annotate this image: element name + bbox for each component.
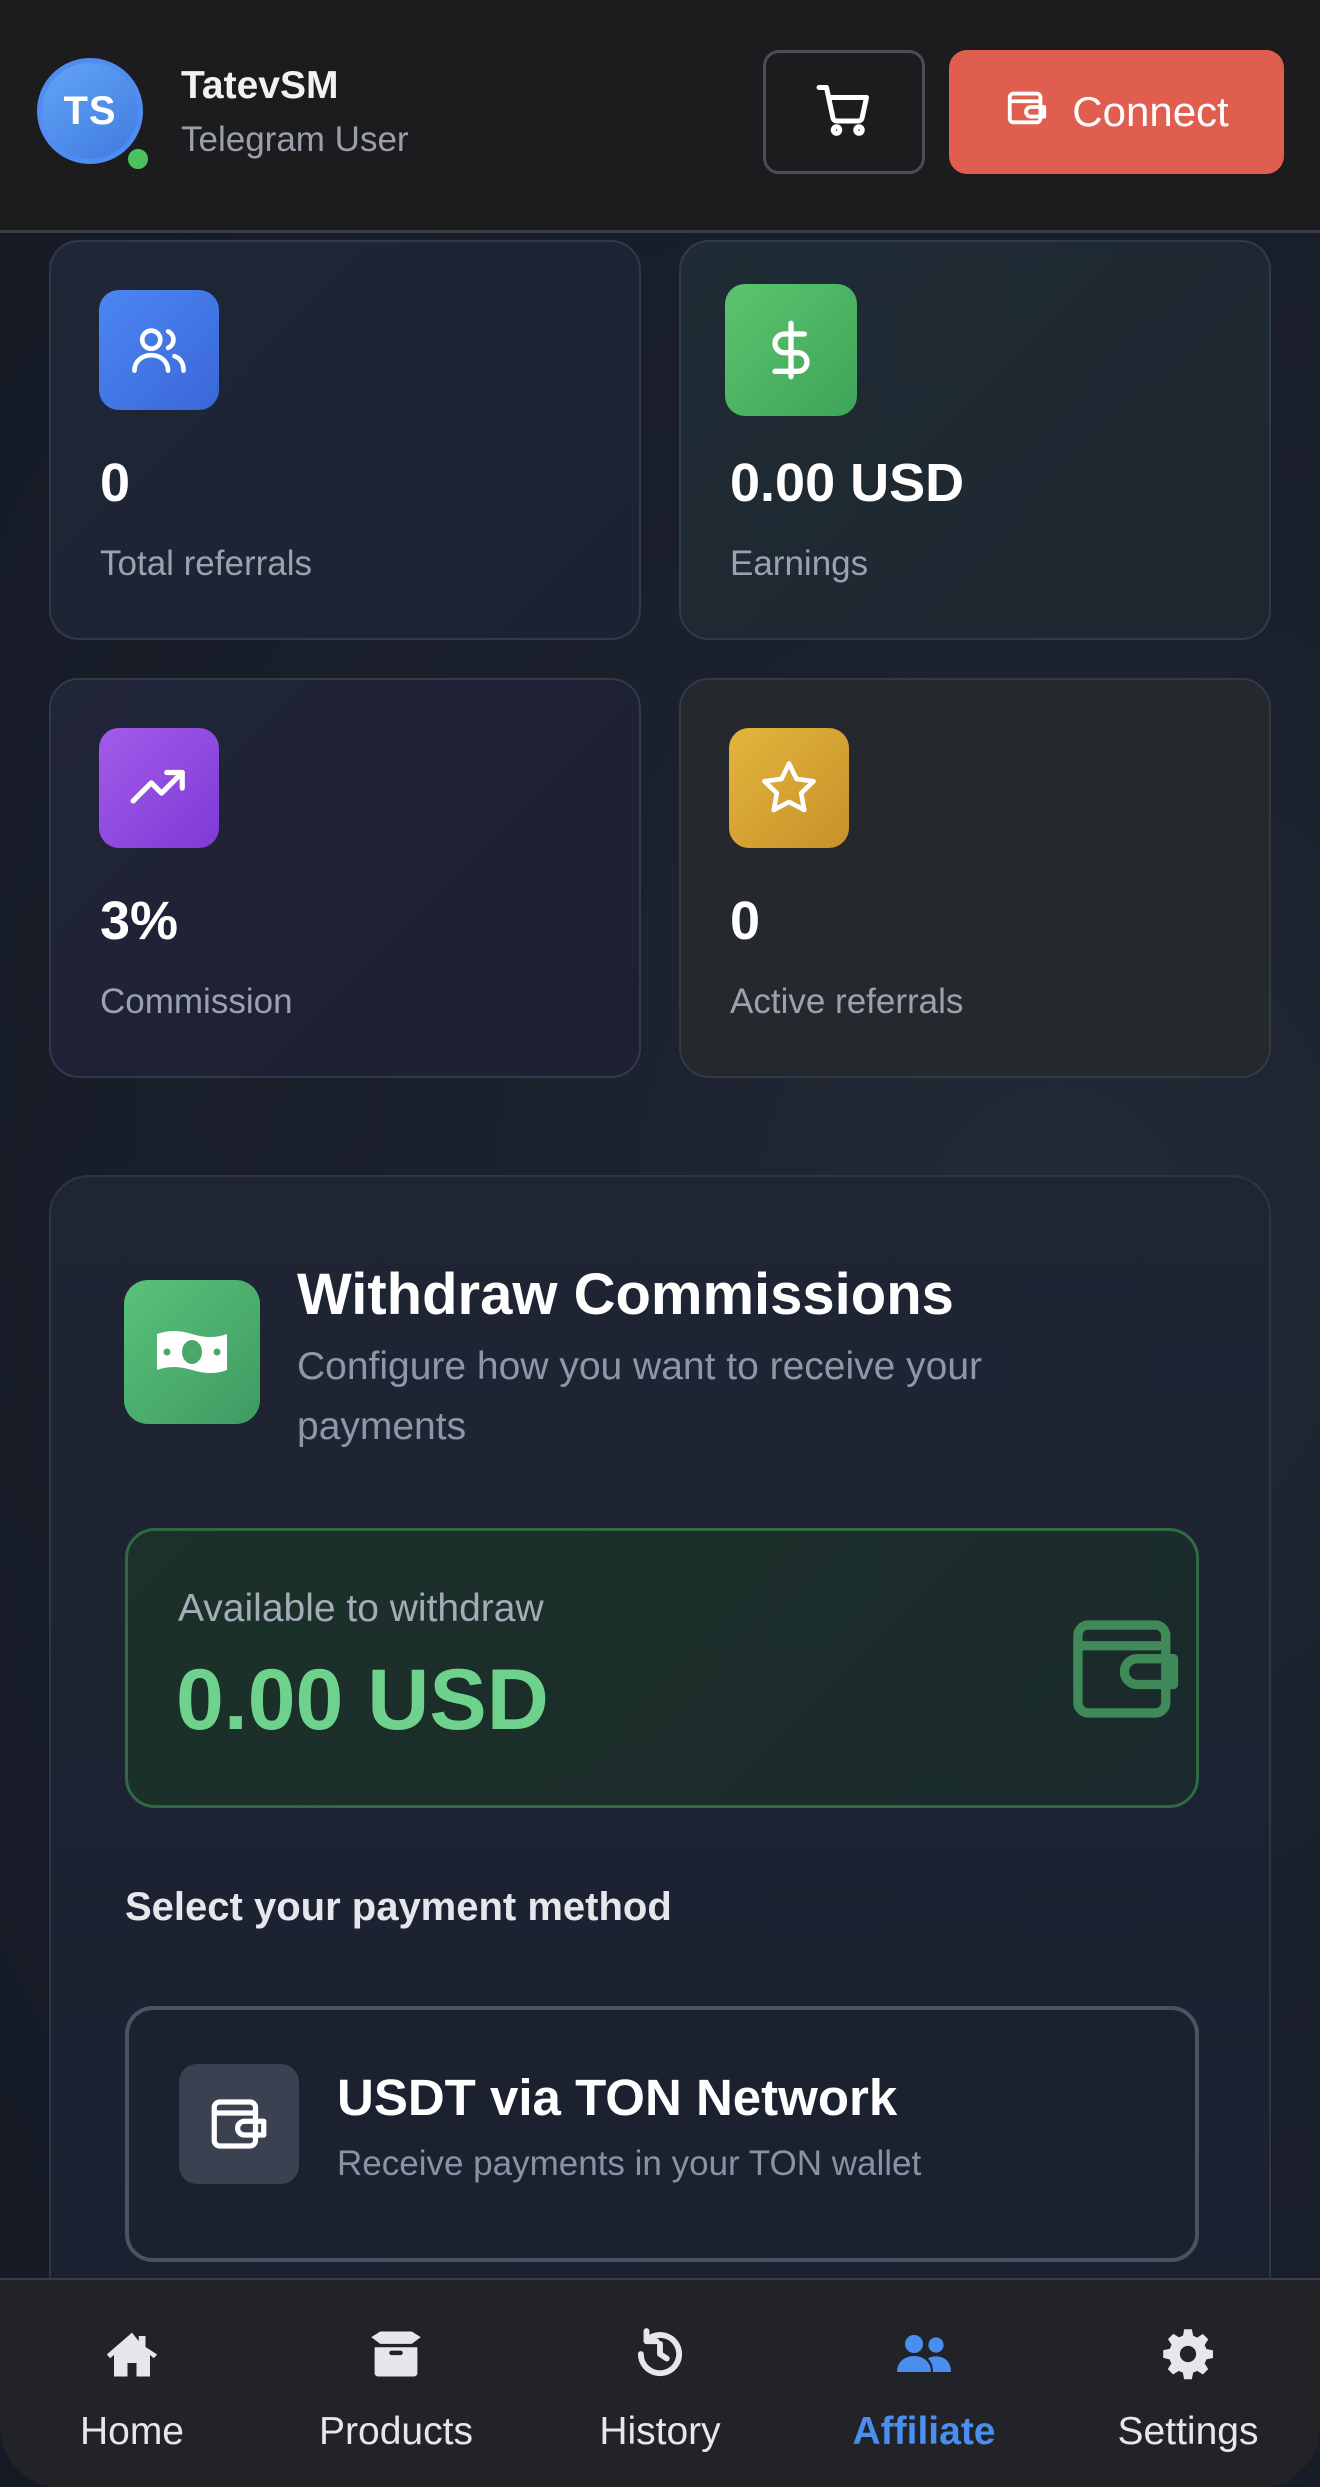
user-subtitle: Telegram User [181, 120, 409, 159]
payment-option-subtitle: Receive payments in your TON wallet [337, 2144, 922, 2183]
gear-icon [1160, 2326, 1216, 2382]
nav-label: History [599, 2410, 721, 2453]
nav-item-products[interactable]: Products [264, 2280, 528, 2487]
connect-label: Connect [1072, 88, 1229, 135]
nav-label: Products [319, 2410, 473, 2453]
stat-label: Commission [100, 982, 293, 1021]
available-balance-panel: Available to withdraw 0.00 USD [125, 1528, 1199, 1808]
withdraw-title: Withdraw Commissions [297, 1262, 954, 1327]
users-icon [896, 2326, 952, 2382]
stat-card-total-referrals: 0 Total referrals [49, 240, 641, 640]
nav-item-settings[interactable]: Settings [1056, 2280, 1320, 2487]
nav-label: Affiliate [852, 2410, 996, 2453]
stat-card-earnings: 0.00 USD Earnings [679, 240, 1271, 640]
stat-value: 0.00 USD [730, 453, 965, 513]
available-amount: 0.00 USD [176, 1652, 549, 1748]
app-header: TS TatevSM Telegram User Connect [0, 0, 1320, 233]
connect-wallet-button[interactable]: Connect [949, 50, 1284, 174]
stat-card-active-referrals: 0 Active referrals [679, 678, 1271, 1078]
withdraw-subtitle: Configure how you want to receive your p… [297, 1345, 983, 1448]
payment-method-heading: Select your payment method [125, 1885, 672, 1929]
nav-label: Home [79, 2410, 185, 2453]
cart-button[interactable] [763, 50, 925, 174]
stat-value: 0 [730, 891, 761, 951]
wallet-icon [179, 2064, 299, 2184]
available-label: Available to withdraw [178, 1587, 544, 1630]
trending-up-icon [99, 728, 219, 848]
nav-item-home[interactable]: Home [0, 2280, 264, 2487]
nav-item-affiliate[interactable]: Affiliate [792, 2280, 1056, 2487]
user-name: TatevSM [181, 64, 339, 107]
stat-card-commission: 3% Commission [49, 678, 641, 1078]
stat-value: 3% [100, 891, 179, 951]
users-icon [99, 290, 219, 410]
stat-label: Active referrals [730, 982, 964, 1021]
money-bill-icon [124, 1280, 260, 1424]
online-status-dot [123, 144, 153, 174]
star-icon [729, 728, 849, 848]
stat-label: Total referrals [100, 544, 313, 583]
home-icon [104, 2326, 160, 2382]
history-icon [632, 2326, 688, 2382]
payment-option-usdt-ton[interactable]: USDT via TON Network Receive payments in… [125, 2006, 1199, 2262]
stat-label: Earnings [730, 544, 869, 583]
cart-icon [814, 80, 874, 145]
nav-label: Settings [1117, 2410, 1259, 2453]
dollar-icon [725, 284, 857, 416]
affiliate-page: TS TatevSM Telegram User Connect 0 Total… [0, 0, 1320, 2487]
avatar-initials: TS [63, 88, 117, 133]
box-icon [368, 2326, 424, 2382]
payment-option-title: USDT via TON Network [337, 2069, 898, 2126]
bottom-navigation: Home Products History Affiliate Settings [0, 2278, 1320, 2487]
stat-value: 0 [100, 453, 131, 513]
wallet-icon [1004, 84, 1050, 140]
wallet-icon [1062, 1607, 1192, 1736]
nav-item-history[interactable]: History [528, 2280, 792, 2487]
